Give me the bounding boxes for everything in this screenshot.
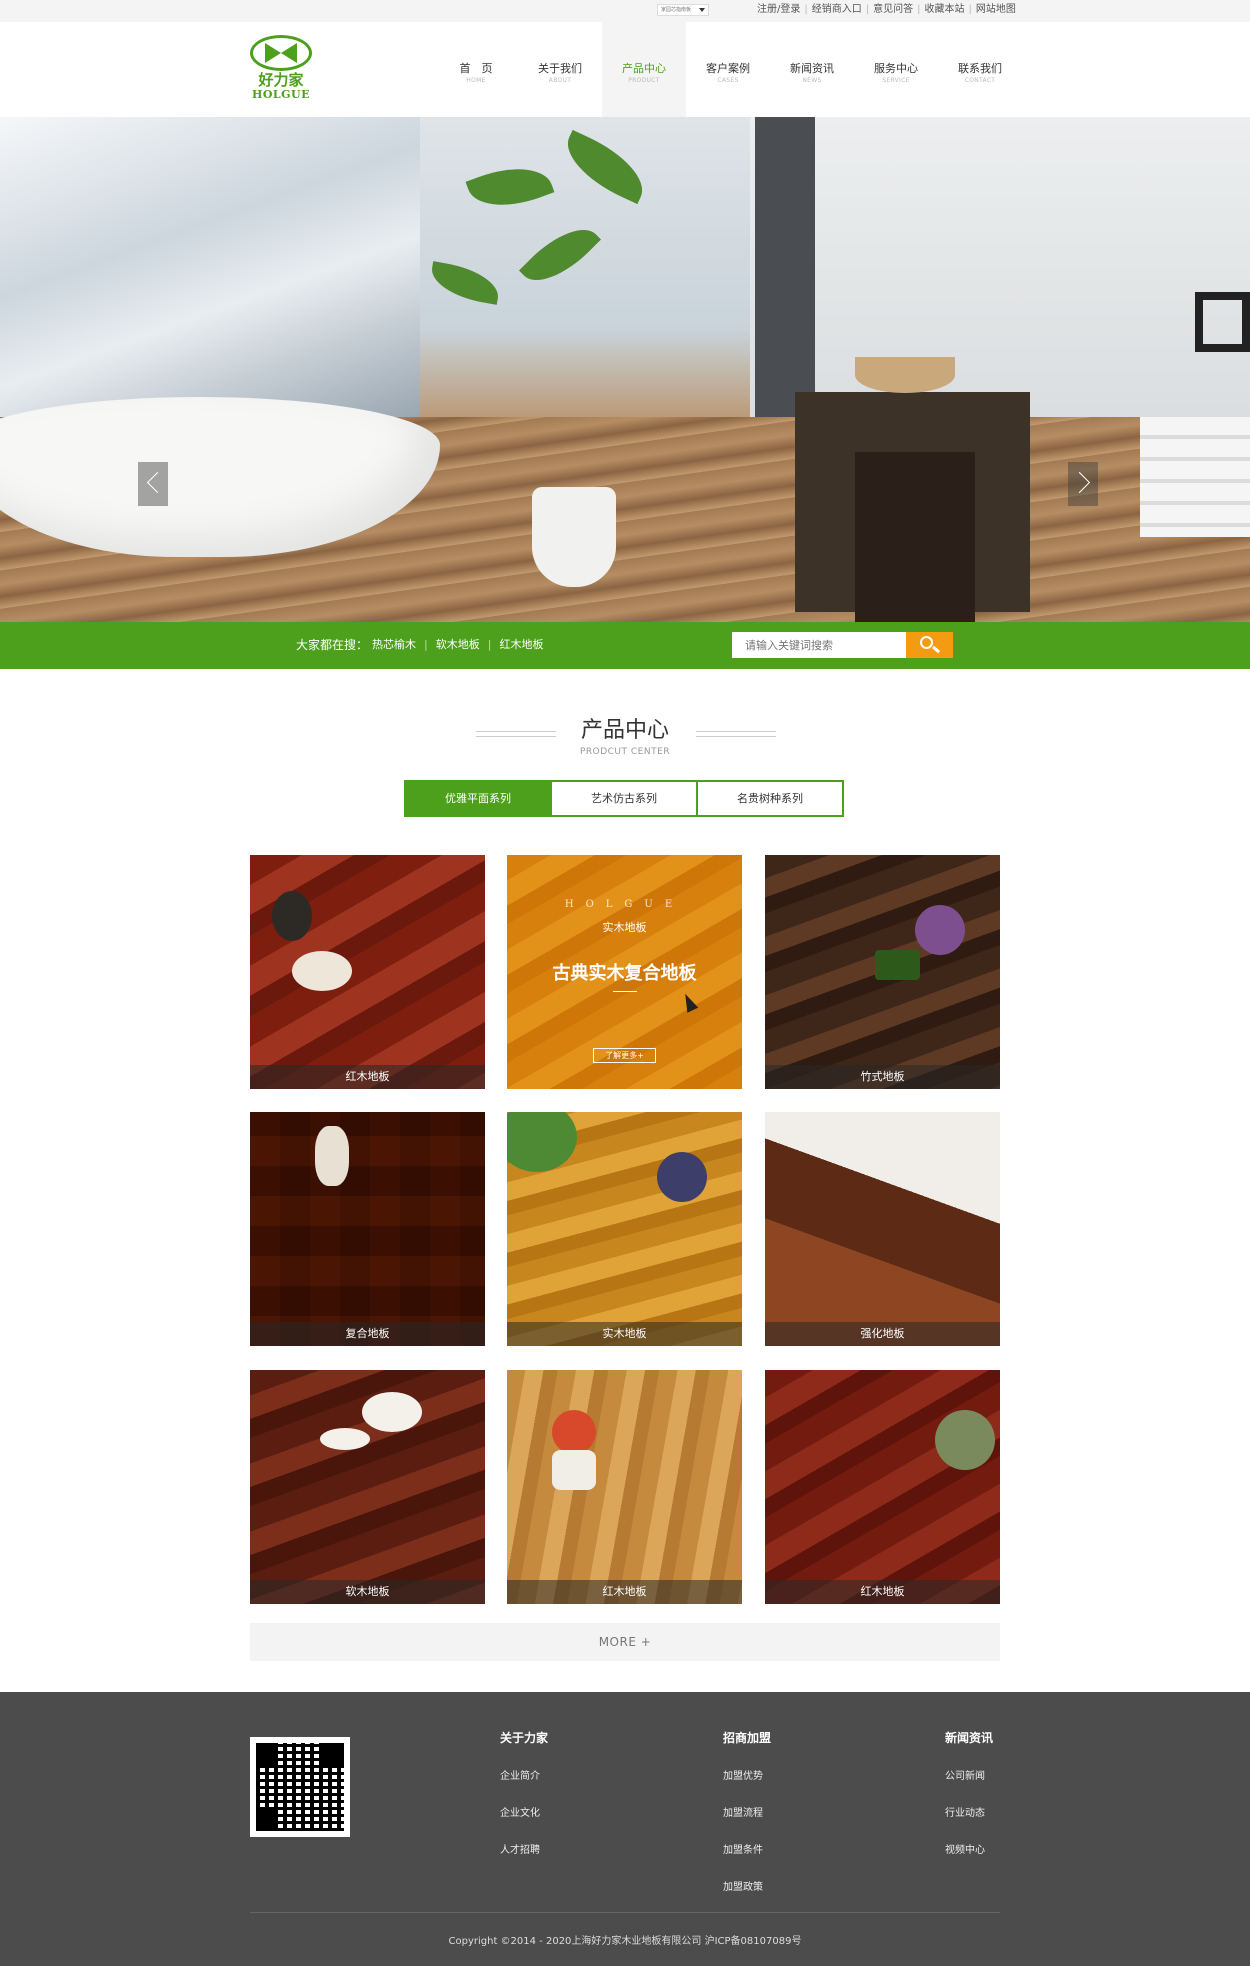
footer-col-franchise: 招商加盟 加盟优势 加盟流程 加盟条件 加盟政策 xyxy=(723,1729,771,1918)
register-login-link[interactable]: 注册/登录 xyxy=(757,4,800,16)
qr-code xyxy=(250,1737,350,1837)
footer-col-title: 关于力家 xyxy=(500,1731,549,1745)
promo-brand: HOLGUE xyxy=(564,899,685,910)
footer-col-title: 新闻资讯 xyxy=(945,1731,994,1745)
hot-term[interactable]: 热芯榆木 xyxy=(372,637,416,653)
hero-banner xyxy=(0,117,1250,622)
product-caption: 竹式地板 xyxy=(765,1065,1000,1089)
product-tabs: 优雅平面系列 艺术仿古系列 名贵树种系列 xyxy=(404,780,844,817)
hot-term[interactable]: 红木地板 xyxy=(499,637,543,653)
nav-about[interactable]: 关于我们 ABOUT xyxy=(518,22,602,117)
footer-link[interactable]: 加盟优势 xyxy=(723,1770,771,1784)
product-card[interactable]: 实木地板 xyxy=(507,1112,742,1346)
banner-prev-button[interactable] xyxy=(138,462,168,506)
nav-service[interactable]: 服务中心 SERVICE xyxy=(854,22,938,117)
footer-link[interactable]: 企业简介 xyxy=(500,1770,548,1784)
product-card[interactable]: 软木地板 xyxy=(250,1370,485,1604)
product-promo-card[interactable]: HOLGUE 实木地板 古典实木复合地板 了解更多+ xyxy=(507,855,742,1089)
hot-search-label: 大家都在搜： xyxy=(296,638,369,652)
more-button[interactable]: MORE + xyxy=(250,1623,1000,1661)
promo-subtitle: 实木地板 xyxy=(602,921,647,934)
bookmark-link[interactable]: 收藏本站 xyxy=(925,4,965,16)
product-caption: 强化地板 xyxy=(765,1322,1000,1346)
site-selector-label: 家园芯指南板 xyxy=(661,7,692,13)
product-card[interactable]: 红木地板 xyxy=(765,1370,1000,1604)
feedback-link[interactable]: 意见问答 xyxy=(873,4,913,16)
footer-link[interactable]: 视频中心 xyxy=(945,1844,993,1858)
nav-home[interactable]: 首 页 HOME xyxy=(434,22,518,117)
footer-link[interactable]: 企业文化 xyxy=(500,1807,548,1821)
logo-en-text: HOLGUE xyxy=(251,88,311,101)
product-caption: 软木地板 xyxy=(250,1580,485,1604)
cursor-icon xyxy=(679,991,699,1013)
search-input[interactable] xyxy=(732,632,906,658)
footer-col-news: 新闻资讯 公司新闻 行业动态 视频中心 xyxy=(945,1729,993,1881)
section-subtitle: PRODCUT CENTER xyxy=(579,747,671,757)
footer-link[interactable]: 加盟流程 xyxy=(723,1807,771,1821)
product-card[interactable]: 红木地板 xyxy=(250,855,485,1089)
nav-contact[interactable]: 联系我们 CONTACT xyxy=(938,22,1022,117)
banner-next-button[interactable] xyxy=(1068,462,1098,506)
header: 好力家 HOLGUE 首 页 HOME 关于我们 ABOUT 产品中心 PRODUCT… xyxy=(0,22,1250,117)
footer-link[interactable]: 加盟政策 xyxy=(723,1881,771,1895)
top-links: 注册/登录 | 经销商入口 | 意见问答 | 收藏本站 | 网站地图 xyxy=(757,4,1016,16)
tab-art-antique[interactable]: 艺术仿古系列 xyxy=(550,780,698,817)
footer-divider xyxy=(250,1912,1000,1913)
search-strip: 大家都在搜： 热芯榆木 | 软木地板 | 红木地板 xyxy=(0,622,1250,669)
promo-headline: 古典实木复合地板 xyxy=(552,963,697,984)
nav-product[interactable]: 产品中心 PRODUCT xyxy=(602,22,686,117)
nav-news[interactable]: 新闻资讯 NEWS xyxy=(770,22,854,117)
product-card[interactable]: 竹式地板 xyxy=(765,855,1000,1089)
footer-link[interactable]: 公司新闻 xyxy=(945,1770,993,1784)
promo-more-button[interactable]: 了解更多+ xyxy=(593,1048,656,1063)
product-caption: 红木地板 xyxy=(250,1065,485,1089)
footer-link[interactable]: 行业动态 xyxy=(945,1807,993,1821)
main-nav: 首 页 HOME 关于我们 ABOUT 产品中心 PRODUCT 客户案例 CASES … xyxy=(434,22,1022,117)
product-card[interactable]: 强化地板 xyxy=(765,1112,1000,1346)
product-caption: 实木地板 xyxy=(507,1322,742,1346)
search-button[interactable] xyxy=(906,632,953,658)
footer-link[interactable]: 人才招聘 xyxy=(500,1844,548,1858)
product-caption: 复合地板 xyxy=(250,1322,485,1346)
logo-mark-icon xyxy=(250,35,312,71)
top-bar: 家园芯指南板 注册/登录 | 经销商入口 | 意见问答 | 收藏本站 | 网站地图 xyxy=(0,0,1250,22)
hot-searches: 大家都在搜： 热芯榆木 | 软木地板 | 红木地板 xyxy=(296,637,544,653)
footer-col-title: 招商加盟 xyxy=(723,1731,772,1745)
logo[interactable]: 好力家 HOLGUE xyxy=(250,35,312,105)
nav-cases[interactable]: 客户案例 CASES xyxy=(686,22,770,117)
product-card[interactable]: 红木地板 xyxy=(507,1370,742,1604)
footer-col-about: 关于力家 企业简介 企业文化 人才招聘 xyxy=(500,1729,548,1881)
site-selector[interactable]: 家园芯指南板 xyxy=(657,4,709,16)
logo-cn-text: 好力家 xyxy=(258,71,304,89)
sitemap-link[interactable]: 网站地图 xyxy=(976,4,1016,16)
footer: 关于力家 企业简介 企业文化 人才招聘 招商加盟 加盟优势 加盟流程 加盟条件 … xyxy=(0,1692,1250,1966)
hot-term[interactable]: 软木地板 xyxy=(436,637,480,653)
product-section-header: 产品中心 PRODCUT CENTER xyxy=(0,669,1250,782)
copyright-text: Copyright ©2014 - 2020上海好力家木业地板有限公司 沪ICP… xyxy=(448,1936,802,1947)
chevron-down-icon xyxy=(699,8,705,12)
product-card[interactable]: 复合地板 xyxy=(250,1112,485,1346)
product-caption: 红木地板 xyxy=(507,1580,742,1604)
tab-precious-wood[interactable]: 名贵树种系列 xyxy=(696,780,844,817)
section-title: 产品中心 xyxy=(580,718,669,743)
product-caption: 红木地板 xyxy=(765,1580,1000,1604)
dealer-entry-link[interactable]: 经销商入口 xyxy=(812,4,862,16)
bathroom-scene-image xyxy=(0,117,1250,622)
footer-link[interactable]: 加盟条件 xyxy=(723,1844,771,1858)
tab-elegant-flat[interactable]: 优雅平面系列 xyxy=(404,780,552,817)
